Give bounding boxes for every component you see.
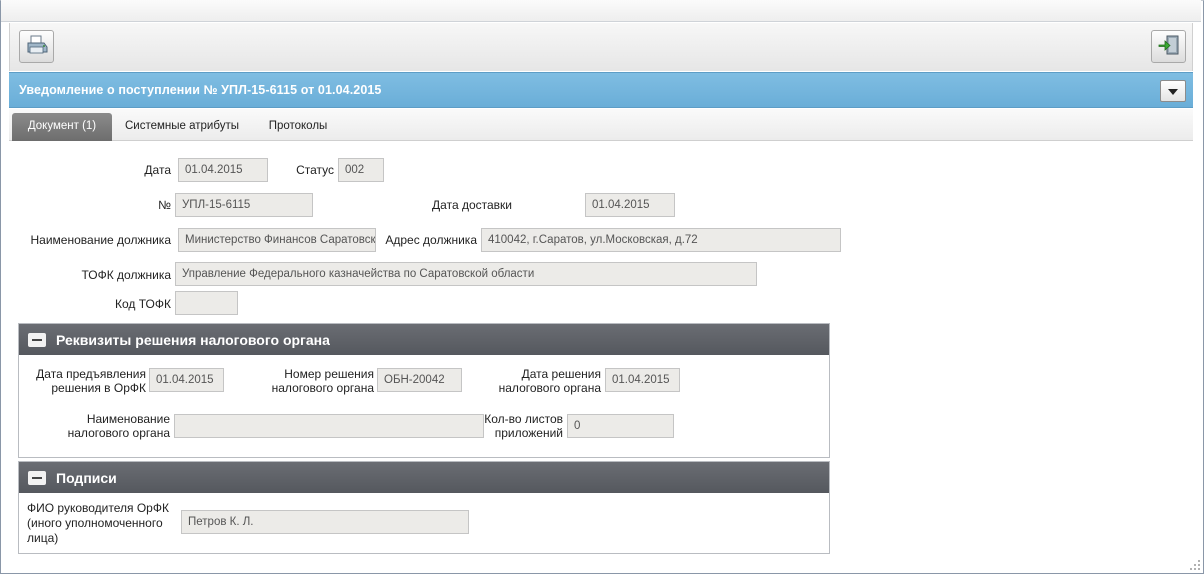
number-label: № [158, 198, 171, 212]
signatures-section-header: Подписи [19, 462, 829, 493]
document-title-bar: Уведомление о поступлении № УПЛ-15-6115 … [9, 72, 1193, 108]
head-of-orfk-label-line1: ФИО руководителя ОрФК [27, 501, 169, 515]
delivery-date-field[interactable]: 01.04.2015 [585, 193, 675, 217]
tax-authority-label-line1: Наименование [86, 412, 170, 426]
sheets-count-field[interactable]: 0 [567, 414, 674, 438]
printer-icon [26, 35, 48, 58]
debtor-address-field[interactable]: 410042, г.Саратов, ул.Московская, д.72 [481, 228, 841, 252]
presented-date-label-line2: решения в ОрФК [51, 381, 146, 395]
tofk-field[interactable]: Управление Федерального казначейства по … [175, 262, 757, 286]
head-of-orfk-field[interactable]: Петров К. Л. [181, 510, 469, 534]
decision-number-label: Номер решения налогового органа [250, 367, 374, 395]
presented-date-field[interactable]: 01.04.2015 [149, 368, 224, 392]
tax-authority-field[interactable] [174, 414, 484, 438]
tax-authority-label-line2: налогового органа [67, 426, 170, 440]
minus-icon [32, 477, 42, 479]
toolbar [9, 23, 1193, 71]
tax-authority-label: Наименование налогового органа [40, 412, 170, 440]
print-button[interactable] [19, 30, 54, 63]
date-label: Дата [144, 163, 171, 177]
debtor-name-label: Наименование должника [30, 233, 171, 247]
tax-decision-section-header: Реквизиты решения налогового органа [19, 324, 829, 355]
top-strip [1, 0, 1201, 22]
tofk-code-label: Код ТОФК [115, 297, 171, 311]
presented-date-label-line1: Дата предъявления [36, 367, 146, 381]
sheets-count-label-line2: приложений [494, 426, 563, 440]
resize-grip-icon[interactable] [1189, 559, 1201, 571]
presented-date-label: Дата предъявления решения в ОрФК [20, 367, 146, 395]
debtor-address-label: Адрес должника [385, 233, 477, 247]
decision-date-field[interactable]: 01.04.2015 [605, 368, 680, 392]
head-of-orfk-label: ФИО руководителя ОрФК (иного уполномочен… [27, 501, 169, 546]
status-field[interactable]: 002 [338, 158, 384, 182]
document-title: Уведомление о поступлении № УПЛ-15-6115 … [19, 83, 382, 97]
tab-system-attributes[interactable]: Системные атрибуты [117, 113, 247, 141]
collapse-signatures-section-button[interactable] [28, 471, 46, 485]
tax-decision-section-title: Реквизиты решения налогового органа [56, 332, 330, 348]
delivery-date-label: Дата доставки [432, 198, 512, 212]
head-of-orfk-label-line2: (иного уполномоченного [27, 516, 163, 530]
caret-down-icon [1168, 84, 1178, 98]
exit-door-icon [1158, 34, 1180, 59]
sheets-count-label-line1: Кол-во листов [484, 412, 563, 426]
title-menu-button[interactable] [1160, 80, 1186, 102]
sheets-count-label: Кол-во листов приложений [482, 412, 563, 440]
tab-document[interactable]: Документ (1) [12, 113, 112, 141]
signatures-section-title: Подписи [56, 470, 117, 486]
exit-button[interactable] [1151, 30, 1186, 63]
status-label: Статус [296, 163, 334, 177]
decision-number-label-line2: налогового органа [271, 381, 374, 395]
decision-number-label-line1: Номер решения [284, 367, 374, 381]
number-field[interactable]: УПЛ-15-6115 [175, 193, 313, 217]
decision-date-label-line1: Дата решения [521, 367, 601, 381]
decision-date-label-line2: налогового органа [498, 381, 601, 395]
tofk-label: ТОФК должника [81, 268, 171, 282]
tofk-code-field[interactable] [175, 291, 238, 315]
date-field[interactable]: 01.04.2015 [178, 158, 268, 182]
tabs-bar: Документ (1) Системные атрибуты Протокол… [9, 109, 1193, 141]
minus-icon [32, 339, 42, 341]
head-of-orfk-label-line3: лица) [27, 531, 59, 545]
debtor-name-field[interactable]: Министерство Финансов Саратовской област… [178, 228, 376, 252]
tab-protocols[interactable]: Протоколы [257, 113, 339, 141]
decision-date-label: Дата решения налогового органа [480, 367, 601, 395]
collapse-tax-section-button[interactable] [28, 333, 46, 347]
decision-number-field[interactable]: ОБН-20042 [377, 368, 462, 392]
